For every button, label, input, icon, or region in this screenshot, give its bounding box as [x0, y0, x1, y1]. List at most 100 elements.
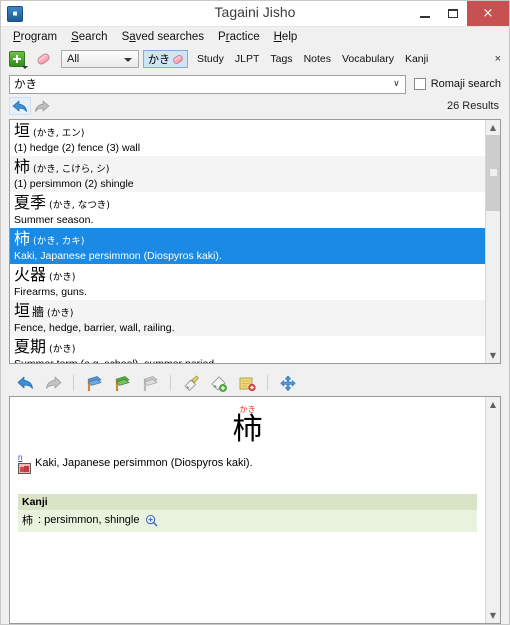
tab-study[interactable]: Study — [197, 53, 224, 65]
results-list: 垣 (かき, エン) (1) hedge (2) fence (3) wall 柿 (か… — [9, 119, 501, 364]
result-kanji: 垣 — [14, 121, 31, 140]
result-headword: 垣 (かき, エン) — [14, 121, 481, 143]
filter-toolbar: All かき Study JLPT Tags Notes Vocabulary … — [1, 47, 509, 71]
result-row[interactable]: 垣 (かき, エン) (1) hedge (2) fence (3) wall — [10, 120, 485, 156]
kanji-meaning: : persimmon, shingle — [38, 514, 140, 526]
result-gloss: Kaki, Japanese persimmon (Diospyros kaki… — [14, 250, 222, 262]
minimize-button[interactable] — [411, 1, 439, 26]
part-of-speech-tag[interactable]: n — [18, 454, 22, 462]
thumbnail-icon — [18, 463, 31, 474]
romaji-search-toggle[interactable]: Romaji search — [413, 78, 501, 90]
add-filter-button[interactable] — [9, 51, 28, 69]
results-scrollbar[interactable]: ▲ ▼ — [485, 120, 500, 363]
add-note-button[interactable] — [237, 373, 257, 393]
kanji-section-title: Kanji — [18, 494, 477, 510]
result-reading: (かき) — [47, 308, 74, 319]
scroll-up-icon[interactable]: ▲ — [486, 397, 500, 412]
close-button[interactable]: × — [467, 1, 509, 26]
detail-scrollbar[interactable]: ▲ ▼ — [485, 397, 500, 623]
note-add-icon — [239, 377, 256, 391]
tab-kanji[interactable]: Kanji — [405, 53, 428, 65]
move-icon — [280, 375, 296, 391]
maximize-button[interactable] — [439, 1, 467, 26]
search-combo[interactable]: ∨ — [9, 74, 406, 94]
result-gloss: Summer term (e.g. school), summer period… — [14, 358, 481, 363]
history-back-button[interactable] — [9, 97, 31, 115]
romaji-search-checkbox[interactable] — [413, 78, 426, 90]
back-arrow-icon — [17, 376, 33, 389]
result-reading: (かき, カキ) — [33, 236, 85, 247]
scroll-down-icon[interactable]: ▼ — [486, 608, 500, 623]
tab-jlpt[interactable]: JLPT — [235, 53, 260, 65]
search-input[interactable] — [10, 74, 405, 94]
result-row[interactable]: 柿 (かき, こけら, シ) (1) persimmon (2) shingle — [10, 156, 485, 192]
history-nav-row: 26 Results — [1, 95, 509, 117]
headword-block: かき 柿 — [18, 405, 477, 446]
sense-definition: Kaki, Japanese persimmon (Diospyros kaki… — [35, 457, 253, 469]
detail-back-button[interactable] — [15, 373, 35, 393]
menu-item-practice[interactable]: Practice — [211, 29, 267, 45]
forward-arrow-icon — [45, 376, 61, 389]
chevron-down-icon — [22, 66, 28, 69]
add-to-study-blue-button[interactable] — [84, 373, 104, 393]
close-icon: × — [482, 6, 494, 21]
menu-item-help[interactable]: Help — [267, 29, 305, 45]
tag-add-icon — [211, 375, 227, 392]
kanji-character[interactable]: 柿 — [22, 512, 33, 528]
result-headword: 夏期 (かき) — [14, 337, 481, 359]
flag-grey-icon — [143, 375, 158, 391]
chevron-down-icon[interactable]: ∨ — [393, 79, 400, 89]
detail-forward-button[interactable] — [43, 373, 63, 393]
add-to-study-green-button[interactable] — [112, 373, 132, 393]
results-scroll-thumb[interactable] — [486, 135, 500, 211]
scroll-down-icon[interactable]: ▼ — [486, 348, 500, 363]
result-row[interactable]: 夏季 (かき, なつき) Summer season. — [10, 192, 485, 228]
menu-item-saved-searches[interactable]: Saved searches — [115, 29, 211, 45]
scope-select[interactable]: All — [61, 50, 139, 68]
result-kanji: 夏季 — [14, 193, 47, 212]
romaji-search-label: Romaji search — [430, 78, 501, 90]
headword: 柿 — [232, 412, 263, 447]
tab-tags[interactable]: Tags — [270, 53, 292, 65]
magnifier-plus-icon[interactable] — [145, 514, 158, 527]
result-row[interactable]: 垣牆 (かき) Fence, hedge, barrier, wall, raili… — [10, 300, 485, 336]
result-headword: 柿 (かき, こけら, シ) — [14, 157, 481, 179]
result-headword: 火器 (かき) — [14, 265, 481, 287]
active-filter-chip[interactable]: かき — [143, 50, 188, 68]
close-toolbar-button[interactable]: × — [495, 53, 501, 65]
result-reading: (かき, なつき) — [49, 200, 110, 211]
title-bar: ■ Tagaini Jisho × — [1, 1, 509, 27]
active-filter-chip-label: かき — [148, 53, 170, 66]
clear-filters-button[interactable] — [35, 51, 53, 67]
move-entry-button[interactable] — [278, 373, 298, 393]
forward-arrow-icon — [35, 100, 50, 112]
result-row[interactable]: 柿 (かき, カキ) Kaki, Japanese persimmon (Diosp… — [10, 228, 485, 264]
minimize-icon — [420, 15, 430, 18]
result-kanji: 柿 — [14, 229, 31, 248]
back-arrow-icon — [12, 100, 27, 112]
application-window: ■ Tagaini Jisho × Program Search Saved s… — [0, 0, 510, 625]
detail-toolbar — [1, 370, 509, 396]
history-forward-button[interactable] — [31, 97, 53, 115]
menu-item-search[interactable]: Search — [64, 29, 114, 45]
result-kanji: 柿 — [14, 157, 31, 176]
eraser-icon[interactable] — [171, 53, 185, 65]
menu-item-program[interactable]: Program — [6, 29, 64, 45]
eraser-icon — [35, 51, 52, 67]
result-gloss: Summer season. — [14, 214, 94, 226]
edit-tags-button[interactable] — [181, 373, 201, 393]
add-tag-button[interactable] — [209, 373, 229, 393]
detail-scroll-track[interactable] — [486, 412, 500, 608]
result-gloss: (1) persimmon (2) shingle — [14, 178, 134, 190]
result-gloss: Fence, hedge, barrier, wall, railing. — [14, 322, 175, 334]
tab-notes[interactable]: Notes — [304, 53, 331, 65]
detail-content: かき 柿 n Kaki, Japanese persimmon (Diospyr… — [10, 397, 485, 623]
results-scroll-track[interactable] — [486, 135, 500, 348]
scroll-up-icon[interactable]: ▲ — [486, 120, 500, 135]
toolbar-separator — [73, 375, 74, 391]
result-reading: (かき) — [49, 272, 76, 283]
result-row[interactable]: 火器 (かき) Firearms, guns. — [10, 264, 485, 300]
result-row[interactable]: 夏期(かき)Summer term (e.g. school), summer … — [10, 336, 485, 363]
remove-from-study-button[interactable] — [140, 373, 160, 393]
tab-vocabulary[interactable]: Vocabulary — [342, 53, 394, 65]
